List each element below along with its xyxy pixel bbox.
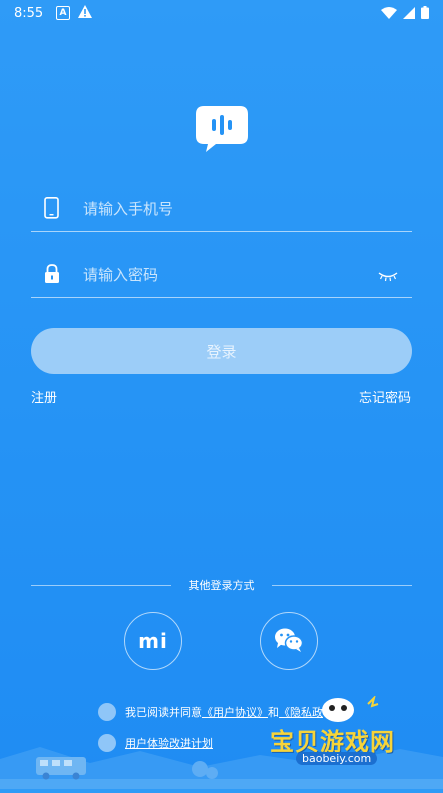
battery-icon	[421, 6, 429, 23]
login-button[interactable]: 登录	[31, 328, 412, 374]
wechat-icon	[274, 628, 304, 656]
password-input[interactable]	[81, 259, 375, 291]
a-notification-icon: A	[56, 6, 70, 20]
other-login-divider: 其他登录方式	[31, 576, 412, 594]
forgot-password-link[interactable]: 忘记密码	[359, 387, 411, 406]
wifi-icon	[381, 6, 397, 23]
phone-input[interactable]	[81, 193, 375, 225]
status-bar: 8:55 A	[0, 0, 443, 28]
xiaomi-login-button[interactable]: mi	[124, 612, 182, 670]
register-link[interactable]: 注册	[31, 387, 57, 406]
status-time: 8:55	[14, 6, 44, 21]
agreement-prefix: 我已阅读并同意	[125, 706, 202, 719]
eye-closed-icon[interactable]	[378, 267, 398, 282]
agreement-radio[interactable]	[98, 703, 116, 721]
lock-icon	[43, 263, 61, 285]
watermark-url: baobeiy.com	[296, 752, 378, 765]
signal-icon	[403, 6, 415, 23]
wechat-login-button[interactable]	[260, 612, 318, 670]
divider-line-right	[272, 585, 412, 586]
phone-icon	[43, 197, 61, 219]
password-field-row	[31, 251, 412, 298]
phone-field-row	[31, 185, 412, 232]
app-logo	[196, 106, 248, 152]
warning-icon	[78, 5, 92, 22]
xiaomi-icon: mi	[138, 629, 168, 653]
user-agreement-link[interactable]: 《用户协议》	[202, 704, 268, 720]
